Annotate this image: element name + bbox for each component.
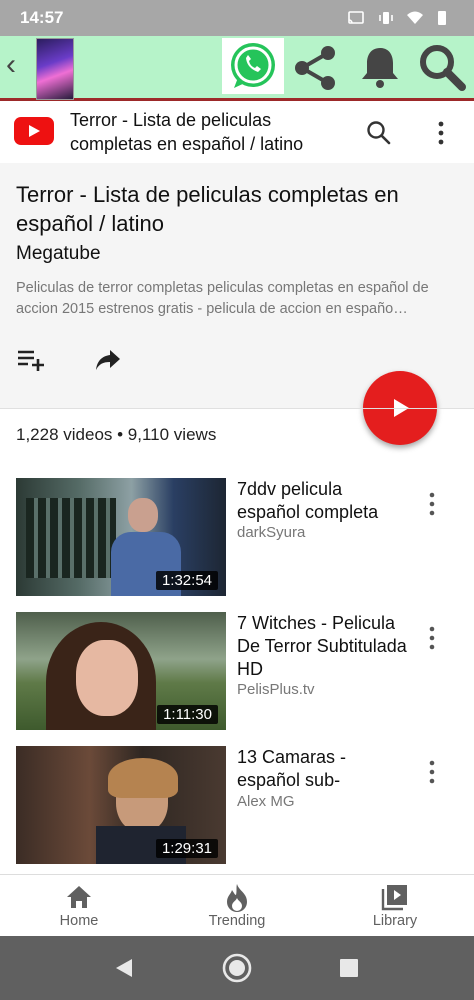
video-title[interactable]: 7ddv pelicula español completa — [237, 478, 407, 524]
trending-flame-icon — [227, 884, 247, 912]
video-thumbnail[interactable]: 1:11:30 — [16, 612, 226, 730]
divider — [0, 408, 474, 409]
video-duration: 1:11:30 — [157, 705, 218, 724]
video-channel: darkSyura — [237, 524, 306, 541]
playlist-stats: 1,228 videos • 9,110 views — [16, 425, 217, 444]
video-thumbnail[interactable]: 1:32:54 — [16, 478, 226, 596]
thumbnail-face — [76, 640, 138, 716]
video-title[interactable]: 7 Witches - Pelicula De Terror Subtitula… — [237, 612, 407, 681]
system-home-icon[interactable] — [221, 952, 253, 984]
video-channel: Alex MG — [237, 793, 295, 810]
video-thumbnail[interactable]: 1:29:31 — [16, 746, 226, 864]
video-duration: 1:29:31 — [155, 839, 218, 858]
home-icon — [67, 886, 91, 908]
wifi-icon — [407, 11, 423, 24]
whatsapp-icon — [231, 43, 275, 88]
app-thumbnail[interactable] — [36, 38, 74, 100]
youtube-logo-icon[interactable] — [14, 117, 54, 145]
battery-icon — [438, 11, 446, 25]
status-time: 14:57 — [20, 8, 64, 27]
nav-library-label: Library — [372, 913, 418, 929]
search-icon[interactable] — [416, 42, 468, 94]
video-more-icon[interactable] — [426, 760, 438, 784]
nav-trending-label: Trending — [208, 913, 266, 929]
video-channel: PelisPlus.tv — [237, 681, 315, 698]
system-back-icon[interactable] — [112, 956, 136, 980]
bell-icon[interactable] — [356, 42, 404, 90]
video-duration: 1:32:54 — [155, 571, 218, 590]
video-title[interactable]: 13 Camaras - español sub- — [237, 746, 407, 792]
header-title: Terror - Lista de peliculas completas en… — [70, 110, 304, 154]
add-to-queue-icon[interactable] — [16, 347, 46, 373]
share-arrow-icon[interactable] — [94, 348, 122, 372]
video-more-icon[interactable] — [426, 492, 438, 516]
nav-home-label: Home — [59, 913, 99, 929]
system-recents-icon[interactable] — [339, 958, 359, 978]
video-more-icon[interactable] — [426, 626, 438, 650]
thumbnail-shelves — [26, 498, 116, 578]
library-icon — [381, 885, 407, 911]
header-more-icon[interactable] — [434, 120, 448, 146]
vibrate-icon — [379, 12, 393, 24]
thumbnail-face — [128, 498, 158, 532]
share-icon[interactable] — [290, 42, 342, 94]
header-search-icon[interactable] — [366, 120, 392, 146]
cast-icon — [348, 11, 364, 24]
back-icon[interactable]: ‹ — [6, 48, 16, 82]
playlist-description[interactable]: Peliculas de terror completas peliculas … — [16, 278, 458, 320]
playlist-title: Terror - Lista de peliculas completas en… — [16, 182, 399, 236]
whatsapp-button[interactable] — [222, 38, 284, 94]
playlist-channel[interactable]: Megatube — [16, 243, 101, 265]
status-bar: 14:57 — [0, 0, 474, 36]
thumbnail-hair — [108, 758, 178, 798]
